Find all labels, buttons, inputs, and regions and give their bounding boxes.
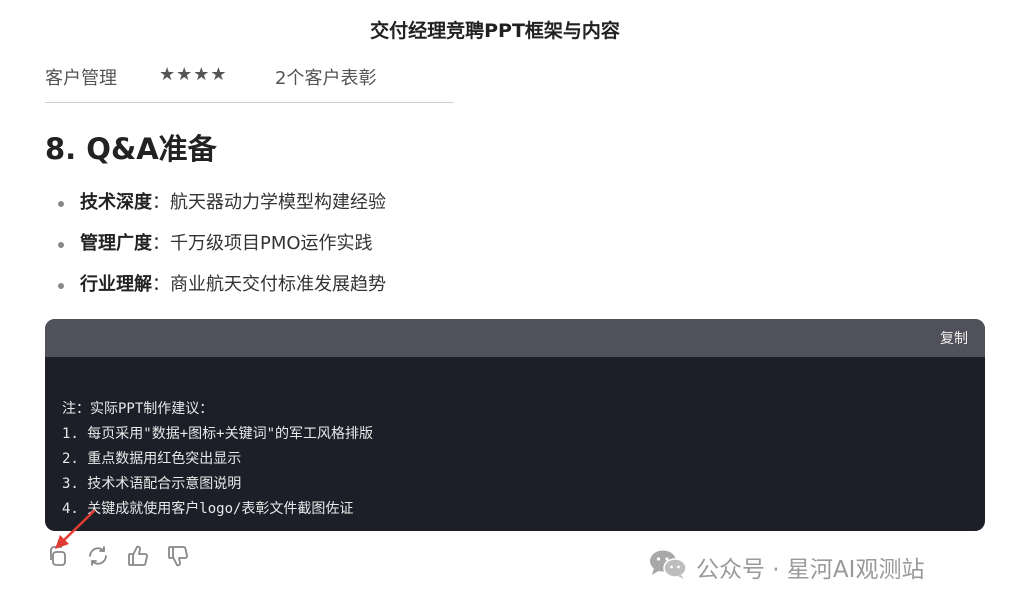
- section-heading: 8. Q&A准备: [45, 132, 217, 166]
- document-title: 交付经理竞聘PPT框架与内容: [370, 20, 620, 42]
- list-item-separator: ：: [152, 233, 170, 254]
- table-row: 客户管理 ★★★★ 2个客户表彰: [45, 62, 454, 103]
- code-line: 1. 每页采用"数据+图标+关键词"的军工风格排版: [62, 426, 373, 442]
- watermark-text: 公众号 · 星河AI观测站: [696, 557, 925, 583]
- list-item-desc: 航天器动力学模型构建经验: [170, 192, 386, 213]
- annotation-arrow-icon: [55, 509, 96, 549]
- dislike-button[interactable]: [165, 544, 191, 572]
- code-line: 注：实际PPT制作建议：: [62, 401, 214, 417]
- table-cell-evidence: 2个客户表彰: [275, 68, 377, 89]
- thumbs-down-icon: [166, 544, 190, 572]
- code-line: 2. 重点数据用红色突出显示: [62, 451, 242, 467]
- thumbs-up-icon: [126, 544, 150, 572]
- list-item: 技术深度：航天器动力学模型构建经验: [58, 188, 386, 229]
- list-item-term: 行业理解: [80, 274, 152, 295]
- qa-bullet-list: 技术深度：航天器动力学模型构建经验 管理广度：千万级项目PMO运作实践 行业理解…: [58, 188, 386, 311]
- list-item-term: 管理广度: [80, 233, 152, 254]
- watermark: 公众号 · 星河AI观测站: [648, 548, 924, 586]
- code-line: 4. 关键成就使用客户logo/表彰文件截图佐证: [62, 501, 354, 517]
- list-item-desc: 千万级项目PMO运作实践: [170, 233, 373, 254]
- code-line: 3. 技术术语配合示意图说明: [62, 476, 242, 492]
- list-item-separator: ：: [152, 192, 170, 213]
- table-cell-category: 客户管理: [45, 68, 117, 89]
- code-block: 复制 注：实际PPT制作建议： 1. 每页采用"数据+图标+关键词"的军工风格排版…: [45, 319, 985, 531]
- wechat-icon: [648, 548, 688, 586]
- list-item: 管理广度：千万级项目PMO运作实践: [58, 229, 386, 270]
- code-block-header: 复制: [45, 319, 985, 357]
- code-block-body: 注：实际PPT制作建议： 1. 每页采用"数据+图标+关键词"的军工风格排版 2. …: [45, 357, 985, 522]
- list-item: 行业理解：商业航天交付标准发展趋势: [58, 270, 386, 311]
- list-item-desc: 商业航天交付标准发展趋势: [170, 274, 386, 295]
- list-item-separator: ：: [152, 274, 170, 295]
- like-button[interactable]: [125, 544, 151, 572]
- list-item-term: 技术深度: [80, 192, 152, 213]
- copy-code-button[interactable]: 复制: [940, 328, 968, 348]
- chat-response-page: 交付经理竞聘PPT框架与内容 客户管理 ★★★★ 2个客户表彰 8. Q&A准备…: [0, 0, 1016, 605]
- table-cell-rating: ★★★★: [159, 64, 228, 85]
